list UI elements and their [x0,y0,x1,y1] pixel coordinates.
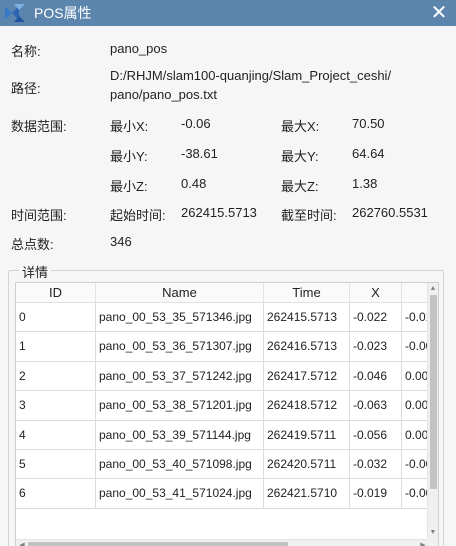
table-row[interactable]: 0 pano_00_53_35_571346.jpg 262415.5713 -… [16,303,438,333]
cell-time: 262420.5711 [264,449,350,479]
end-time-label: 截至时间: [281,208,337,223]
scrollbar-corner [427,539,438,546]
horizontal-scrollbar[interactable]: ◀ ▶ [16,539,429,546]
start-time-value: 262415.5713 [181,205,257,220]
cell-x: -0.022 [350,303,402,332]
max-z-label: 最大Z: [281,179,319,194]
name-value: pano_pos [110,41,168,56]
details-title: 详情 [19,262,52,281]
details-table[interactable]: ID Name Time X Y 0 pano_00_53_35_571346.… [15,282,439,546]
min-z-label: 最小Z: [110,179,148,194]
scroll-left-icon[interactable]: ◀ [17,540,27,546]
cell-time: 262415.5713 [264,303,350,332]
max-y-label: 最大Y: [281,149,319,164]
max-y-value: 64.64 [352,146,385,161]
column-header-id[interactable]: ID [16,283,96,303]
cell-x: -0.056 [350,420,402,449]
min-y-value: -38.61 [181,146,218,161]
horizontal-scroll-thumb[interactable] [28,542,288,546]
cell-x: -0.063 [350,391,402,420]
table-row[interactable]: 3 pano_00_53_38_571201.jpg 262418.5712 -… [16,391,438,421]
min-x-label: 最小X: [110,119,149,134]
time-range-label: 时间范围: [11,208,67,223]
cell-id: 5 [16,449,96,479]
min-x-value: -0.06 [181,116,211,131]
cell-time: 262419.5711 [264,420,350,449]
cell-x: -0.019 [350,479,402,508]
close-icon[interactable]: ✕ [428,2,450,24]
cell-name: pano_00_53_39_571144.jpg [96,420,264,449]
min-y-label: 最小Y: [110,149,148,164]
app-logo-icon [0,0,30,26]
table-body: 0 pano_00_53_35_571346.jpg 262415.5713 -… [16,303,438,509]
max-x-label: 最大X: [281,119,320,134]
path-value-line2: pano/pano_pos.txt [110,87,217,102]
cell-time: 262418.5712 [264,391,350,420]
min-z-value: 0.48 [181,176,207,191]
properties-panel: 名称: pano_pos 路径: D:/RHJM/slam100-quanjin… [0,26,456,546]
data-range-label: 数据范围: [11,119,67,134]
cell-name: pano_00_53_38_571201.jpg [96,391,264,420]
cell-name: pano_00_53_36_571307.jpg [96,332,264,361]
path-value-line1: D:/RHJM/slam100-quanjing/Slam_Project_ce… [110,68,392,83]
table-row[interactable]: 5 pano_00_53_40_571098.jpg 262420.5711 -… [16,449,438,480]
cell-id: 1 [16,332,96,361]
cell-time: 262421.5710 [264,479,350,508]
column-header-x[interactable]: X [350,283,402,303]
cell-id: 2 [16,361,96,391]
cell-time: 262416.5713 [264,332,350,361]
max-x-value: 70.50 [352,116,385,131]
column-header-time[interactable]: Time [264,283,350,303]
window-title: POS属性 [34,5,92,21]
cell-id: 3 [16,391,96,420]
end-time-value: 262760.5531 [352,205,428,220]
cell-time: 262417.5712 [264,361,350,391]
cell-x: -0.032 [350,449,402,479]
cell-name: pano_00_53_40_571098.jpg [96,449,264,479]
cell-name: pano_00_53_41_571024.jpg [96,479,264,508]
column-header-name[interactable]: Name [96,283,264,303]
cell-x: -0.046 [350,361,402,391]
scroll-down-icon[interactable]: ▼ [428,528,438,538]
details-group: 详情 ID Name Time X Y 0 pano_00_53_35_5713… [8,262,444,546]
table-row[interactable]: 4 pano_00_53_39_571144.jpg 262419.5711 -… [16,420,438,450]
title-bar: POS属性 ✕ [0,0,456,26]
cell-name: pano_00_53_35_571346.jpg [96,303,264,332]
path-label: 路径: [11,81,41,96]
cell-id: 0 [16,303,96,332]
cell-id: 4 [16,420,96,449]
scroll-up-icon[interactable]: ▲ [428,284,438,294]
vertical-scrollbar[interactable]: ▲ ▼ [427,283,438,539]
vertical-scroll-thumb[interactable] [430,295,437,489]
table-header: ID Name Time X Y [16,283,438,303]
cell-name: pano_00_53_37_571242.jpg [96,361,264,391]
start-time-label: 起始时间: [110,208,166,223]
table-row[interactable]: 1 pano_00_53_36_571307.jpg 262416.5713 -… [16,332,438,362]
total-points-label: 总点数: [11,237,54,252]
total-points-value: 346 [110,234,132,249]
table-row[interactable]: 2 pano_00_53_37_571242.jpg 262417.5712 -… [16,361,438,392]
cell-x: -0.023 [350,332,402,361]
table-row[interactable]: 6 pano_00_53_41_571024.jpg 262421.5710 -… [16,479,438,509]
max-z-value: 1.38 [352,176,378,191]
cell-id: 6 [16,479,96,508]
name-label: 名称: [11,44,41,59]
